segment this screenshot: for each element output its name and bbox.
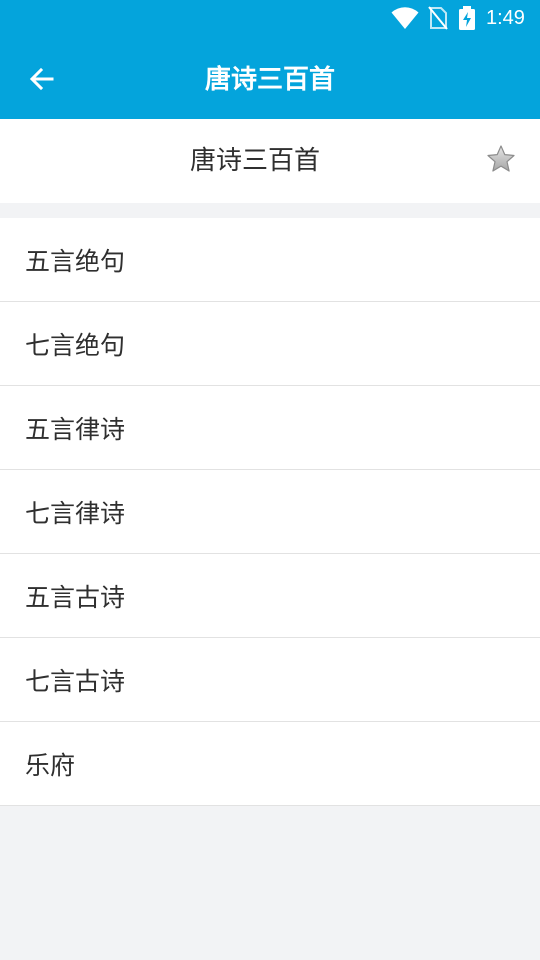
list-item-label: 五言古诗 [25, 582, 126, 612]
toolbar-title: 唐诗三百首 [204, 65, 335, 95]
battery-charging-icon [459, 6, 475, 30]
list-item-label: 乐府 [25, 750, 76, 780]
list-item-qiyan-lvshi[interactable]: 七言律诗 [0, 470, 540, 554]
list-item-wuyan-jueju[interactable]: 五言绝句 [0, 218, 540, 302]
list-item-wuyan-gushi[interactable]: 五言古诗 [0, 554, 540, 638]
list-item-qiyan-gushi[interactable]: 七言古诗 [0, 638, 540, 722]
back-arrow-icon[interactable] [24, 61, 60, 97]
book-title: 唐诗三百首 [189, 146, 320, 176]
list-item-qiyan-jueju[interactable]: 七言绝句 [0, 302, 540, 386]
list-item-label: 七言古诗 [25, 666, 126, 696]
list-item-label: 七言绝句 [25, 330, 126, 360]
category-list: 五言绝句 七言绝句 五言律诗 七言律诗 五言古诗 七言古诗 乐府 [0, 218, 540, 806]
status-time: 1:49 [486, 7, 525, 29]
list-item-label: 五言绝句 [25, 246, 126, 276]
app-bar: 1:49 唐诗三百首 [0, 0, 540, 119]
list-item-wuyan-lvshi[interactable]: 五言律诗 [0, 386, 540, 470]
no-sim-icon [428, 6, 448, 30]
list-item-label: 七言律诗 [25, 498, 126, 528]
book-header: 唐诗三百首 [0, 119, 540, 203]
list-item-label: 五言律诗 [25, 414, 126, 444]
favorite-star-icon[interactable] [486, 144, 516, 174]
wifi-icon [391, 7, 419, 29]
status-bar: 1:49 [0, 0, 540, 36]
list-item-yuefu[interactable]: 乐府 [0, 722, 540, 806]
